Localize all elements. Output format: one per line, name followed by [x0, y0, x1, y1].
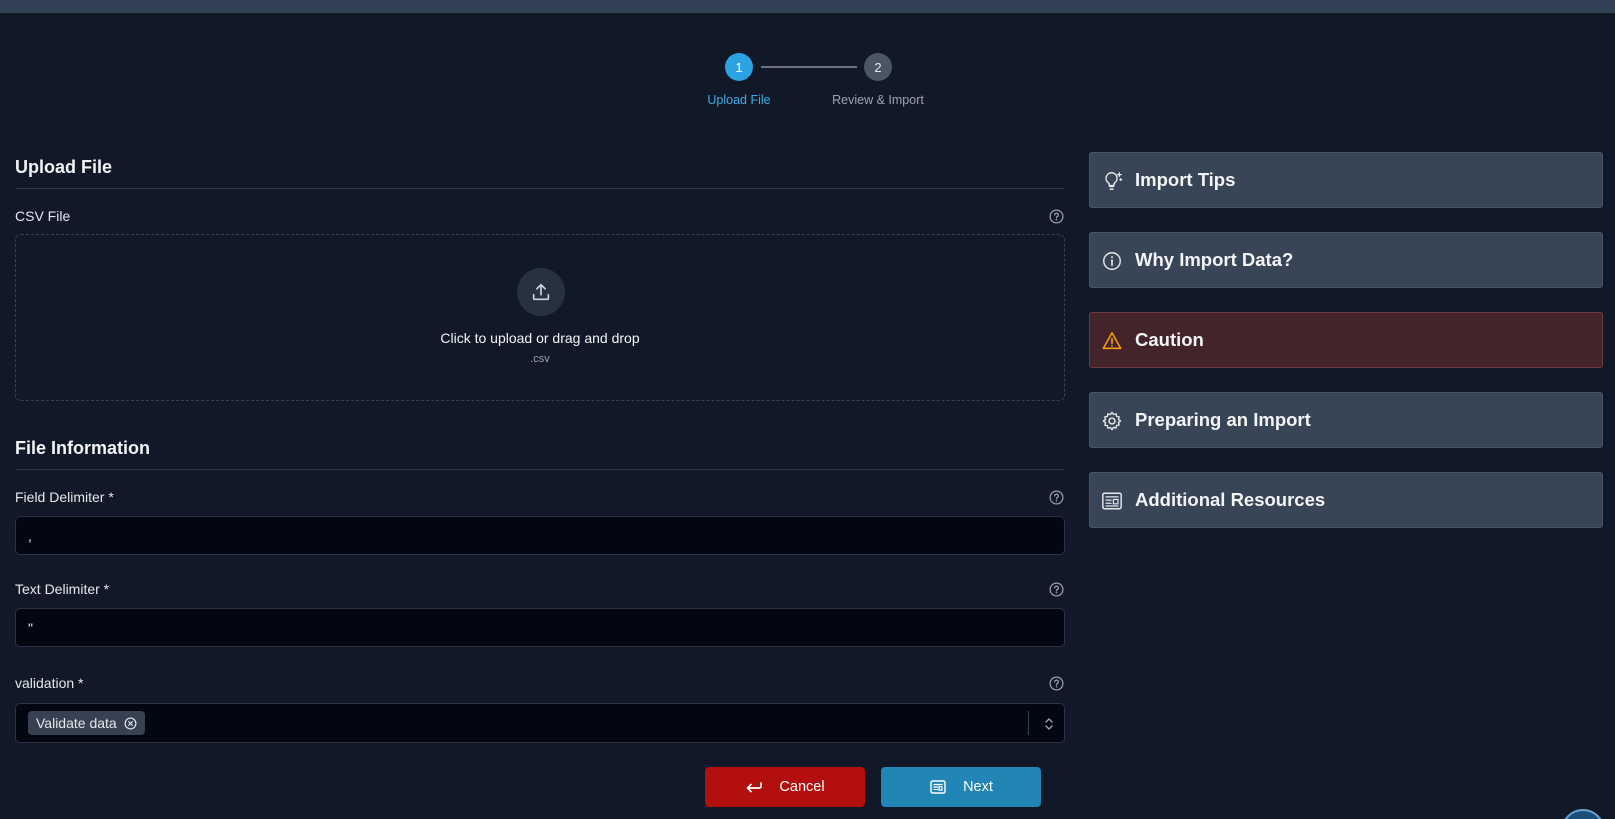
return-icon: [747, 782, 763, 793]
import-stepper: 1 2 Upload File Review & Import: [0, 53, 1615, 113]
accordion-title: Why Import Data?: [1135, 249, 1294, 270]
select-divider: [1028, 711, 1029, 735]
help-icon[interactable]: [1049, 582, 1064, 597]
step-1-label: Upload File: [707, 93, 771, 107]
accordion-title: Import Tips: [1135, 169, 1236, 190]
accordion-import-tips[interactable]: Import Tips: [1089, 152, 1603, 208]
validation-select[interactable]: Validate data: [15, 703, 1065, 743]
help-icon[interactable]: [1049, 676, 1064, 691]
newspaper-icon: [930, 780, 946, 794]
next-button-label: Next: [963, 779, 993, 795]
lightbulb-icon: [1105, 172, 1123, 190]
newspaper-icon: [1102, 492, 1122, 510]
avatar[interactable]: [1561, 809, 1605, 819]
text-delimiter-label: Text Delimiter *: [15, 581, 110, 597]
gear-icon: [1102, 411, 1122, 431]
field-delimiter-input[interactable]: [15, 516, 1065, 555]
csv-file-label: CSV File: [15, 208, 71, 224]
remove-tag-icon[interactable]: [124, 717, 137, 730]
text-delimiter-input[interactable]: [15, 608, 1065, 647]
accordion-why-import[interactable]: Why Import Data?: [1089, 232, 1603, 288]
validation-tag: Validate data: [28, 711, 145, 735]
upload-icon: [532, 283, 550, 301]
cancel-button[interactable]: Cancel: [705, 767, 865, 807]
accordion-preparing-import[interactable]: Preparing an Import: [1089, 392, 1603, 448]
section-divider: [15, 188, 1065, 189]
step-2-label: Review & Import: [832, 93, 924, 107]
dropzone-extension: .csv: [530, 353, 550, 365]
accordion-title: Preparing an Import: [1135, 409, 1311, 430]
chevron-up-down-icon[interactable]: [1042, 716, 1056, 732]
upload-button[interactable]: [517, 268, 565, 316]
help-icon[interactable]: [1049, 490, 1064, 505]
step-2-indicator[interactable]: 2: [864, 53, 892, 81]
validation-label: validation *: [15, 675, 84, 691]
accordion-additional-resources[interactable]: Additional Resources: [1089, 472, 1603, 528]
validation-tag-label: Validate data: [36, 715, 117, 731]
field-delimiter-label: Field Delimiter *: [15, 489, 114, 505]
cancel-button-label: Cancel: [779, 779, 825, 795]
top-bar: [0, 0, 1615, 13]
step-1-indicator[interactable]: 1: [725, 53, 753, 81]
accordion-title: Caution: [1135, 329, 1204, 350]
accordion-caution[interactable]: Caution: [1089, 312, 1603, 368]
dropzone-text: Click to upload or drag and drop: [440, 330, 640, 346]
csv-dropzone[interactable]: Click to upload or drag and drop .csv: [15, 234, 1065, 401]
file-info-section-title: File Information: [15, 438, 150, 458]
upload-section-title: Upload File: [15, 157, 113, 177]
info-icon: [1103, 252, 1121, 270]
section-divider: [15, 469, 1065, 470]
next-button[interactable]: Next: [881, 767, 1041, 807]
help-icon[interactable]: [1049, 209, 1064, 224]
accordion-title: Additional Resources: [1135, 489, 1326, 510]
warning-icon: [1102, 331, 1122, 350]
step-connector: [761, 66, 857, 68]
